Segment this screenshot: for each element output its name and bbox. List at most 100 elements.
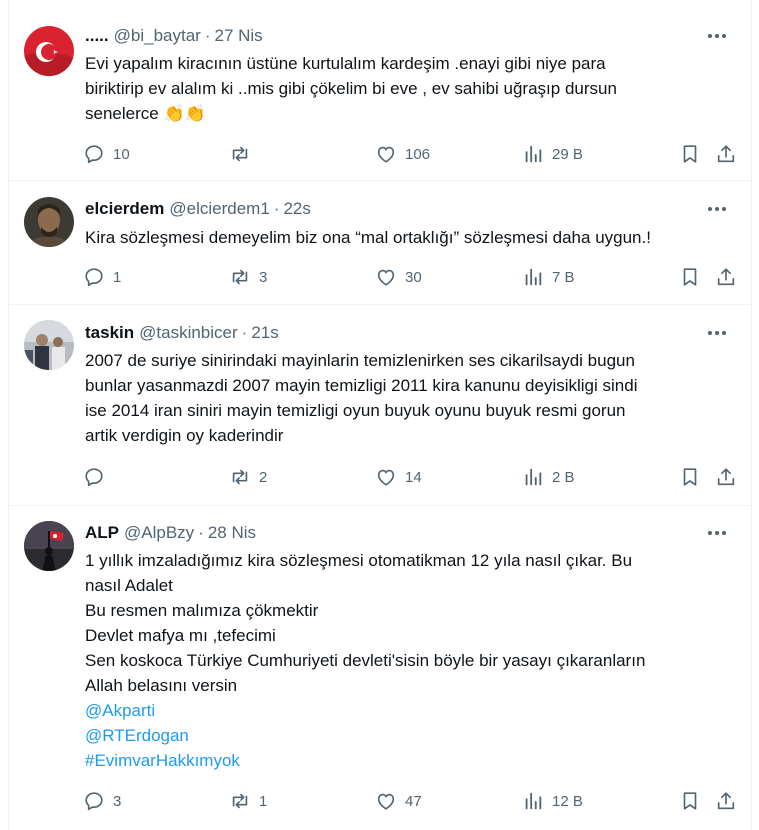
views-chart-icon [525, 145, 542, 163]
separator: · [198, 523, 204, 542]
share-button[interactable] [715, 141, 737, 167]
views-chart-icon [525, 792, 542, 810]
timestamp[interactable]: 21s [251, 323, 278, 343]
like-count: 47 [405, 792, 422, 810]
reply-button[interactable]: 10 [83, 141, 130, 167]
retweet-count: 3 [259, 268, 268, 286]
retweet-button[interactable]: 2 [229, 464, 267, 490]
tweet-text: 1 yıllık imzaladığımız kira sözleşmesi o… [85, 548, 725, 773]
share-button[interactable] [715, 464, 737, 490]
like-count: 14 [405, 468, 422, 486]
more-options-icon[interactable] [705, 199, 729, 219]
avatar[interactable] [24, 26, 74, 76]
reply-icon [85, 268, 103, 287]
timestamp[interactable]: 27 Nis [215, 26, 263, 46]
tweet[interactable]: ALP @AlpBzy · 28 Nis 1 yıllık imzaladığı… [9, 506, 751, 829]
view-count: 12 B [552, 792, 583, 810]
user-handle[interactable]: @bi_baytar [114, 26, 201, 46]
bookmark-button[interactable] [679, 788, 701, 814]
more-options-icon[interactable] [705, 523, 729, 543]
bookmark-icon [683, 268, 697, 286]
reply-count: 1 [113, 268, 122, 286]
share-button[interactable] [715, 788, 737, 814]
reply-button[interactable] [83, 464, 113, 490]
display-name[interactable]: elcierdem [85, 199, 164, 219]
tweet-text: 2007 de suriye sinirindaki mayinlarin te… [85, 348, 725, 448]
retweet-button[interactable]: 3 [229, 264, 267, 290]
tweet-line: ise 2014 iran siniri mayin temizligi oyu… [85, 401, 626, 420]
like-button[interactable]: 47 [375, 788, 422, 814]
tweet-line: 2007 de suriye sinirindaki mayinlarin te… [85, 351, 635, 370]
reply-count: 3 [113, 792, 122, 810]
mention-link[interactable]: @Akparti [85, 698, 725, 723]
heart-icon [377, 269, 395, 286]
more-options-icon[interactable] [705, 26, 729, 46]
tweet-line: biriktirip ev alalım ki ..mis gibi çökel… [85, 79, 617, 98]
user-handle[interactable]: @AlpBzy [124, 523, 194, 543]
retweet-icon [232, 269, 248, 285]
tweet[interactable]: elcierdem @elcierdem1 · 22s Kira sözleşm… [9, 181, 751, 305]
tweet-line-text: senelerce [85, 104, 159, 123]
retweet-icon [232, 469, 248, 485]
share-icon [717, 792, 735, 810]
tweet-actions: 3 1 47 12 B [83, 788, 739, 814]
tweet-header: elcierdem @elcierdem1 · 22s [85, 198, 311, 220]
tweet[interactable]: ..... @bi_baytar · 27 Nis Evi yapalım ki… [9, 8, 751, 181]
tweet-line: Devlet mafya mı ,tefecimi [85, 626, 276, 645]
tweet-actions: 1 3 30 7 B [83, 264, 739, 290]
display-name[interactable]: taskin [85, 323, 134, 343]
reply-button[interactable]: 3 [83, 788, 121, 814]
bookmark-button[interactable] [679, 264, 701, 290]
bookmark-icon [683, 792, 697, 810]
retweet-button[interactable]: 1 [229, 788, 267, 814]
retweet-icon [232, 793, 248, 809]
reply-icon [85, 145, 103, 164]
tweet-line: Sen koskoca Türkiye Cumhuriyeti devleti'… [85, 651, 646, 670]
like-button[interactable]: 106 [375, 141, 430, 167]
heart-icon [377, 469, 395, 486]
tweet-line: Evi yapalım kiracının üstüne kurtulalım … [85, 54, 606, 73]
reply-icon [85, 468, 103, 487]
reply-button[interactable]: 1 [83, 264, 121, 290]
separator: · [204, 26, 211, 45]
user-handle[interactable]: @taskinbicer [139, 323, 238, 343]
views-button[interactable]: 7 B [522, 264, 575, 290]
mention-link[interactable]: @RTErdogan [85, 723, 725, 748]
views-button[interactable]: 29 B [522, 141, 583, 167]
tweet-line: 1 yıllık imzaladığımız kira sözleşmesi o… [85, 551, 633, 570]
tweet[interactable]: taskin @taskinbicer · 21s 2007 de suriye… [9, 305, 751, 506]
like-button[interactable]: 30 [375, 264, 422, 290]
retweet-button[interactable] [229, 141, 259, 167]
separator: · [273, 199, 280, 218]
view-count: 2 B [552, 468, 575, 486]
views-button[interactable]: 12 B [522, 788, 583, 814]
views-chart-icon [525, 468, 542, 486]
view-count: 29 B [552, 145, 583, 163]
share-button[interactable] [715, 264, 737, 290]
view-count: 7 B [552, 268, 575, 286]
share-icon [717, 468, 735, 486]
bookmark-button[interactable] [679, 141, 701, 167]
tweet-header: ..... @bi_baytar · 27 Nis [85, 25, 263, 47]
views-button[interactable]: 2 B [522, 464, 575, 490]
display-name[interactable]: ALP [85, 523, 119, 543]
bookmark-button[interactable] [679, 464, 701, 490]
like-button[interactable]: 14 [375, 464, 422, 490]
tweet-actions: 10 106 29 B [83, 141, 739, 167]
share-icon [717, 145, 735, 163]
tweet-line: Allah belasını versin [85, 676, 238, 695]
avatar[interactable] [24, 197, 74, 247]
tweet-header: taskin @taskinbicer · 21s [85, 322, 279, 344]
bookmark-icon [683, 468, 697, 486]
tweet-line: bunlar yasanmazdi 2007 mayin temizligi 2… [85, 376, 638, 395]
more-options-icon[interactable] [705, 323, 729, 343]
timestamp[interactable]: 28 Nis [208, 523, 256, 543]
avatar[interactable] [24, 521, 74, 571]
tweet-line: senelerce 👏👏 [85, 101, 725, 127]
avatar[interactable] [24, 320, 74, 370]
hashtag-link[interactable]: #EvimvarHakkımyok [85, 748, 725, 773]
bookmark-icon [683, 145, 697, 163]
user-handle[interactable]: @elcierdem1 [169, 199, 269, 219]
display-name[interactable]: ..... [85, 26, 109, 46]
timestamp[interactable]: 22s [283, 199, 310, 219]
